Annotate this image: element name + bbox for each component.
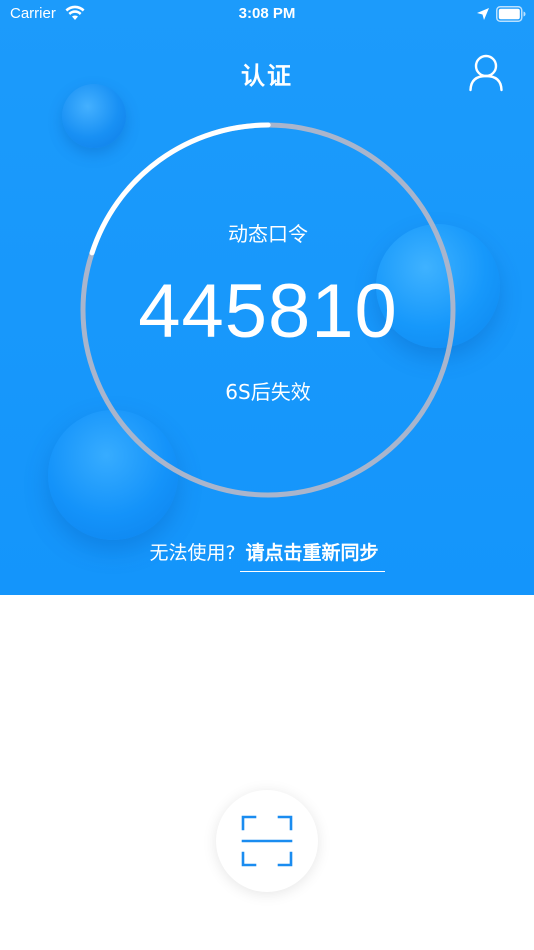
status-bar: Carrier 3:08 PM (0, 0, 534, 30)
otp-expiry-text: 6S后失效 (225, 380, 311, 404)
status-time: 3:08 PM (238, 5, 296, 22)
resync-row: 无法使用? 请点击重新同步 (0, 538, 534, 572)
otp-code: 445810 (138, 269, 398, 354)
location-arrow-icon (477, 8, 489, 20)
page-title: 认证 (241, 62, 293, 90)
otp-label: 动态口令 (228, 222, 308, 246)
scan-button[interactable] (216, 790, 318, 892)
scan-qr-icon (241, 815, 293, 867)
battery-icon (496, 6, 526, 22)
resync-link[interactable]: 请点击重新同步 (239, 538, 385, 572)
user-profile-icon[interactable] (468, 52, 504, 92)
resync-prefix: 无法使用? (149, 542, 236, 564)
hero-panel: Carrier 3:08 PM 认证 动态口令 445810 6S后失效 无法使… (0, 0, 534, 595)
